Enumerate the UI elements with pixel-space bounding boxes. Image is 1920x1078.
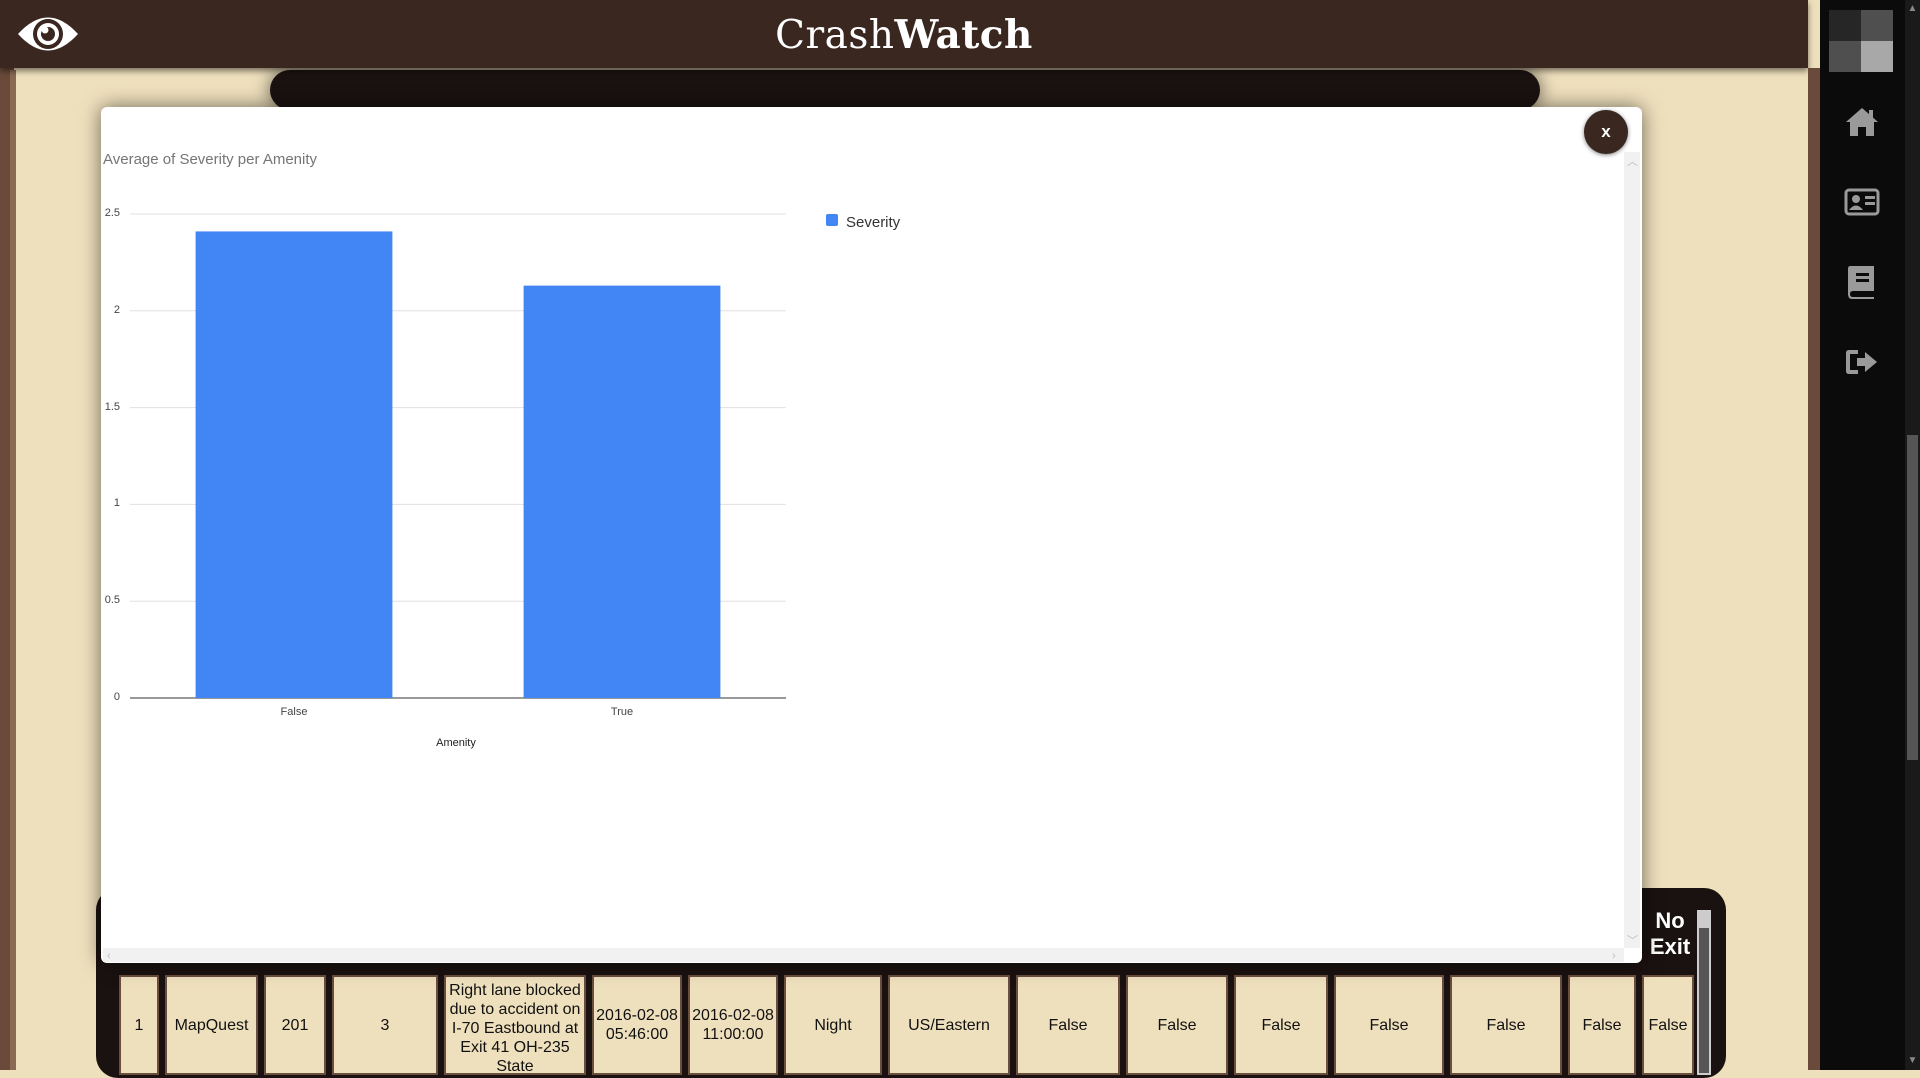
y-tick-label: 2.5 [104, 207, 120, 219]
legend-swatch [826, 214, 838, 226]
bar-true[interactable] [523, 285, 721, 698]
legend-label: Severity [846, 214, 901, 231]
x-tick-label: True [610, 706, 634, 718]
y-tick-label: 1.5 [104, 400, 120, 413]
y-tick-label: 2 [113, 303, 120, 316]
x-axis-label: Amenity [436, 737, 476, 749]
y-tick-label: 1 [113, 497, 120, 510]
y-tick-label: 0.5 [104, 594, 120, 607]
bar-false[interactable] [195, 231, 393, 698]
bar-chart [130, 213, 786, 699]
y-tick-label: 0 [113, 691, 120, 703]
x-tick-label: False [280, 706, 308, 718]
